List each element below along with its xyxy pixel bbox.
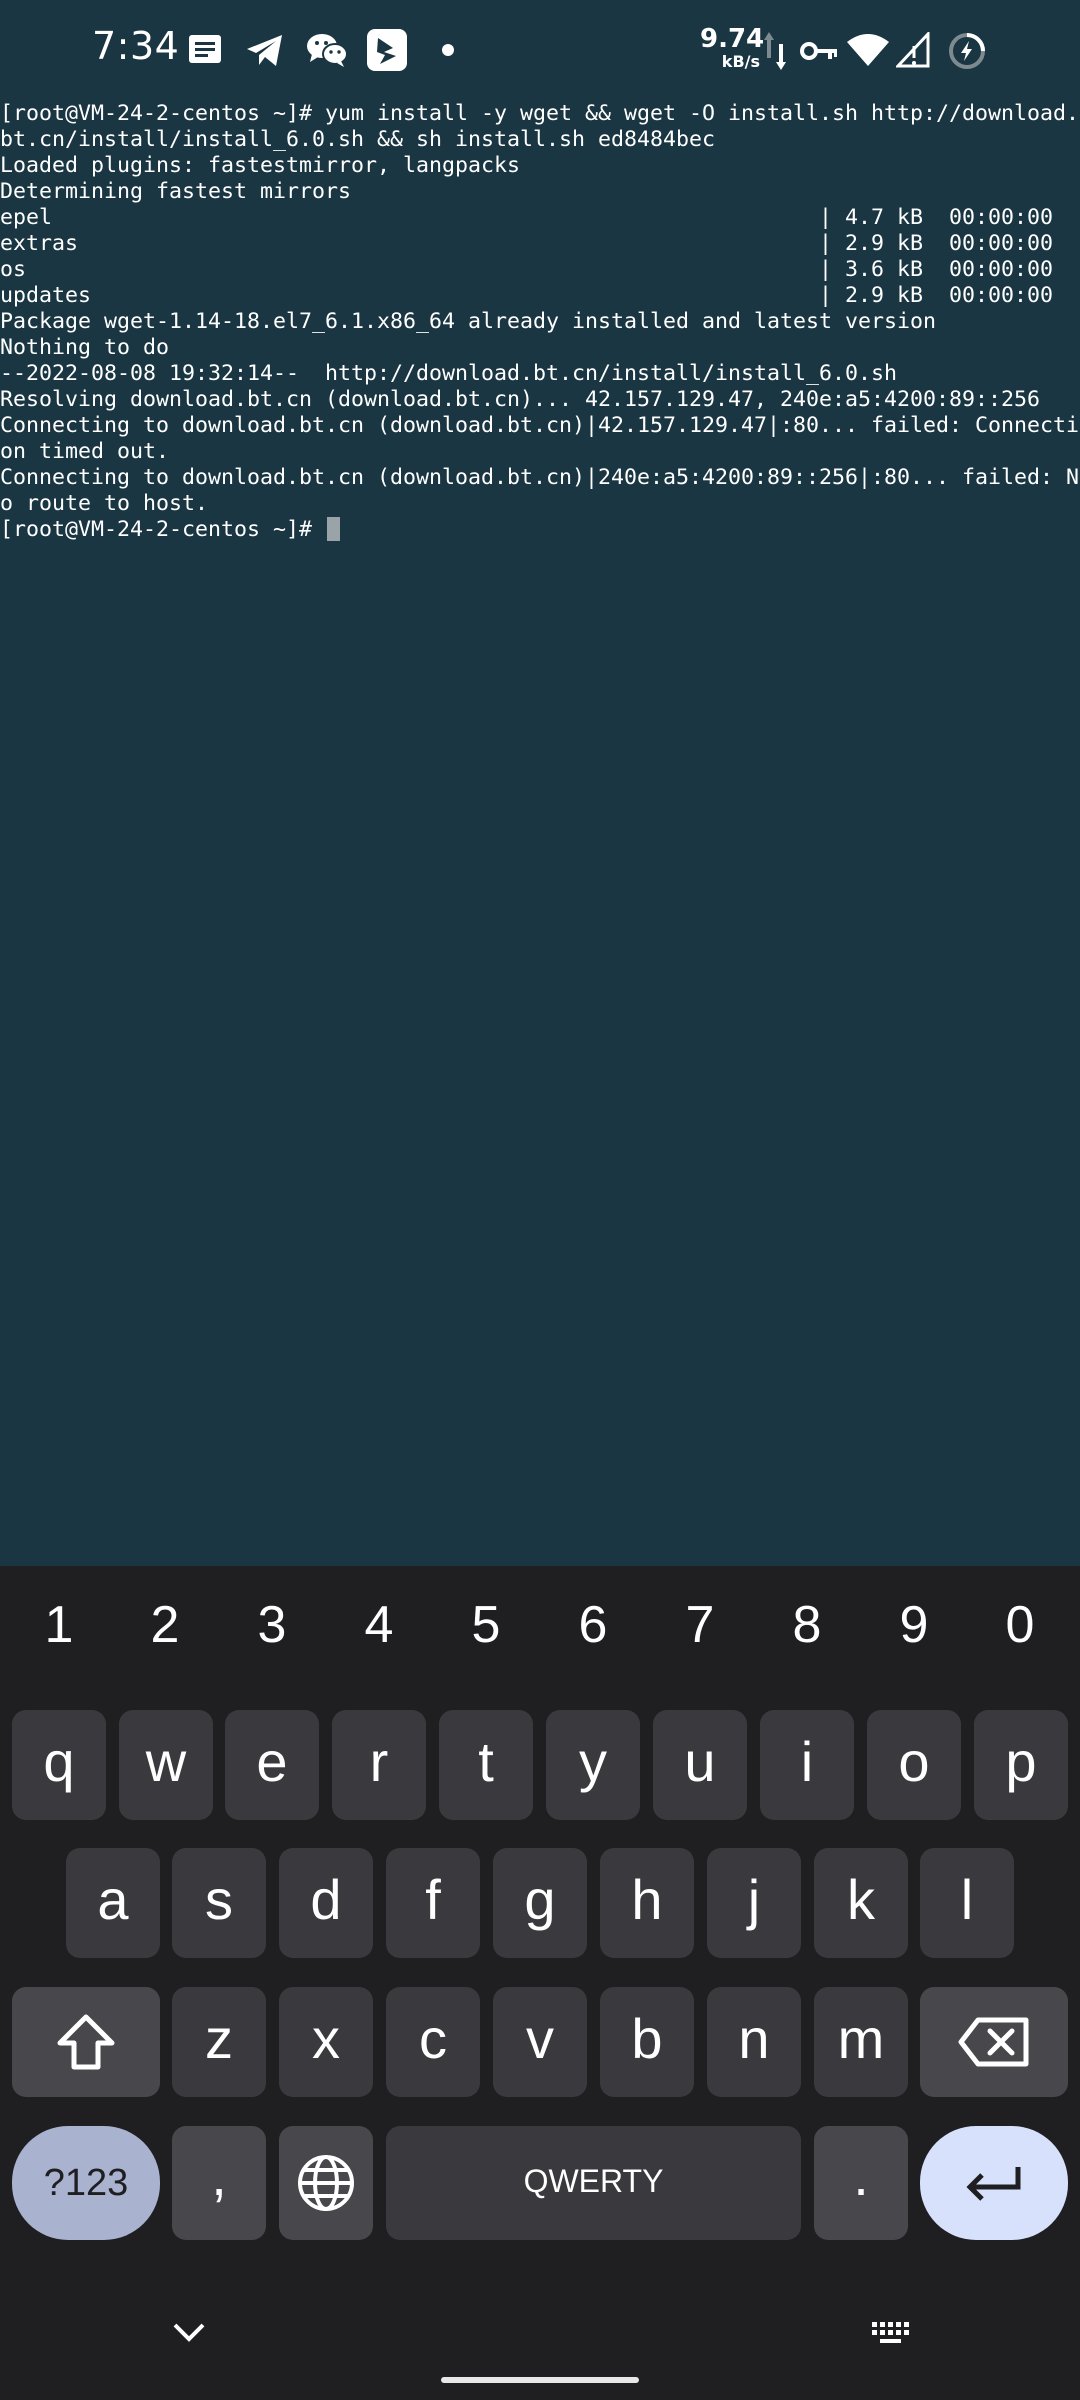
terminal-line: bt.cn/install/install_6.0.sh && sh insta… — [0, 127, 716, 152]
key-a[interactable]: a — [66, 1848, 160, 1958]
wechat-icon — [307, 34, 348, 67]
key-6[interactable]: 6 — [553, 1590, 633, 1660]
key-3[interactable]: 3 — [232, 1590, 312, 1660]
soft-keyboard: 1 2 3 4 5 6 7 8 9 0 — [0, 1566, 1080, 2400]
dot-icon — [442, 44, 454, 56]
key-k[interactable]: k — [814, 1848, 908, 1958]
key-z[interactable]: z — [172, 1987, 266, 2097]
key-h[interactable]: h — [600, 1848, 694, 1958]
terminal-line: Package wget-1.14-18.el7_6.1.x86_64 alre… — [0, 309, 937, 334]
message-icon — [189, 35, 221, 63]
number-row: 1 2 3 4 5 6 7 8 9 0 — [0, 1566, 1080, 1686]
terminal-line: extras | 2.9 kB 00:00:00 — [0, 231, 1054, 256]
terminal-line: [root@VM-24-2-centos ~]# yum install -y … — [0, 101, 1080, 126]
key-q[interactable]: q — [12, 1710, 106, 1820]
key-u[interactable]: u — [653, 1710, 747, 1820]
language-button[interactable] — [279, 2126, 373, 2240]
key-m[interactable]: m — [814, 1987, 908, 2097]
signal-icon — [896, 32, 930, 68]
backspace-button[interactable] — [920, 1987, 1068, 2097]
key-9[interactable]: 9 — [874, 1590, 954, 1660]
key-r[interactable]: r — [332, 1710, 426, 1820]
wifi-icon — [847, 34, 889, 66]
terminal-line: os | 3.6 kB 00:00:00 — [0, 257, 1054, 282]
key-s[interactable]: s — [172, 1848, 266, 1958]
battery-charging-icon — [949, 33, 985, 69]
terminal-line: epel | 4.7 kB 00:00:00 — [0, 205, 1054, 230]
terminal-line: Connecting to download.bt.cn (download.b… — [0, 465, 1080, 490]
terminal-line: --2022-08-08 19:32:14-- http://download.… — [0, 361, 898, 386]
app-icon — [367, 29, 407, 71]
terminal-output[interactable]: [root@VM-24-2-centos ~]# yum install -y … — [0, 100, 1080, 1566]
key-v[interactable]: v — [493, 1987, 587, 2097]
key-d[interactable]: d — [279, 1848, 373, 1958]
shift-icon — [57, 2014, 115, 2070]
terminal-prompt-line[interactable]: [root@VM-24-2-centos ~]# — [0, 517, 1080, 543]
key-n[interactable]: n — [707, 1987, 801, 2097]
keyboard-switch-icon[interactable] — [870, 2320, 914, 2346]
key-f[interactable]: f — [386, 1848, 480, 1958]
key-8[interactable]: 8 — [767, 1590, 847, 1660]
key-g[interactable]: g — [493, 1848, 587, 1958]
space-bar[interactable]: QWERTY — [386, 2126, 801, 2240]
key-p[interactable]: p — [974, 1710, 1068, 1820]
terminal-line: Connecting to download.bt.cn (download.b… — [0, 413, 1080, 438]
key-y[interactable]: y — [546, 1710, 640, 1820]
key-4[interactable]: 4 — [339, 1590, 419, 1660]
key-l[interactable]: l — [920, 1848, 1014, 1958]
key-j[interactable]: j — [707, 1848, 801, 1958]
network-speed-value: 9.74 — [700, 24, 765, 54]
vpn-key-icon — [800, 42, 837, 60]
home-indicator[interactable] — [441, 2377, 639, 2383]
key-0[interactable]: 0 — [980, 1590, 1060, 1660]
terminal-cursor — [327, 517, 341, 541]
network-speed: 9.74 kB/s — [700, 24, 765, 71]
shift-button[interactable] — [12, 1987, 160, 2097]
key-x[interactable]: x — [279, 1987, 373, 2097]
key-1[interactable]: 1 — [19, 1590, 99, 1660]
data-arrows-icon — [764, 32, 786, 70]
terminal-line: Resolving download.bt.cn (download.bt.cn… — [0, 387, 1041, 412]
key-2[interactable]: 2 — [125, 1590, 205, 1660]
status-bar: 7:34 9.74 kB/s — [0, 0, 1080, 100]
hide-keyboard-icon[interactable] — [172, 2322, 206, 2342]
key-e[interactable]: e — [225, 1710, 319, 1820]
key-b[interactable]: b — [600, 1987, 694, 2097]
telegram-icon — [247, 35, 282, 66]
terminal-line: on timed out. — [0, 439, 170, 464]
key-w[interactable]: w — [119, 1710, 213, 1820]
backspace-icon — [958, 2017, 1029, 2067]
key-7[interactable]: 7 — [660, 1590, 740, 1660]
comma-key[interactable]: , — [172, 2126, 266, 2240]
period-key[interactable]: . — [814, 2126, 908, 2240]
enter-icon — [966, 2167, 1021, 2201]
globe-icon — [298, 2155, 354, 2211]
network-speed-unit: kB/s — [721, 52, 760, 71]
key-o[interactable]: o — [867, 1710, 961, 1820]
terminal-line: Loaded plugins: fastestmirror, langpacks — [0, 153, 521, 178]
terminal-line: Nothing to do — [0, 335, 170, 360]
key-5[interactable]: 5 — [446, 1590, 526, 1660]
terminal-prompt: [root@VM-24-2-centos ~]# — [0, 517, 326, 542]
key-i[interactable]: i — [760, 1710, 854, 1820]
terminal-line: updates | 2.9 kB 00:00:00 — [0, 283, 1054, 308]
terminal-line: Determining fastest mirrors — [0, 179, 352, 204]
terminal-line: o route to host. — [0, 491, 209, 516]
clock: 7:34 — [92, 24, 180, 68]
enter-button[interactable] — [920, 2126, 1068, 2240]
key-t[interactable]: t — [439, 1710, 533, 1820]
key-c[interactable]: c — [386, 1987, 480, 2097]
symbols-button[interactable]: ?123 — [12, 2126, 160, 2240]
